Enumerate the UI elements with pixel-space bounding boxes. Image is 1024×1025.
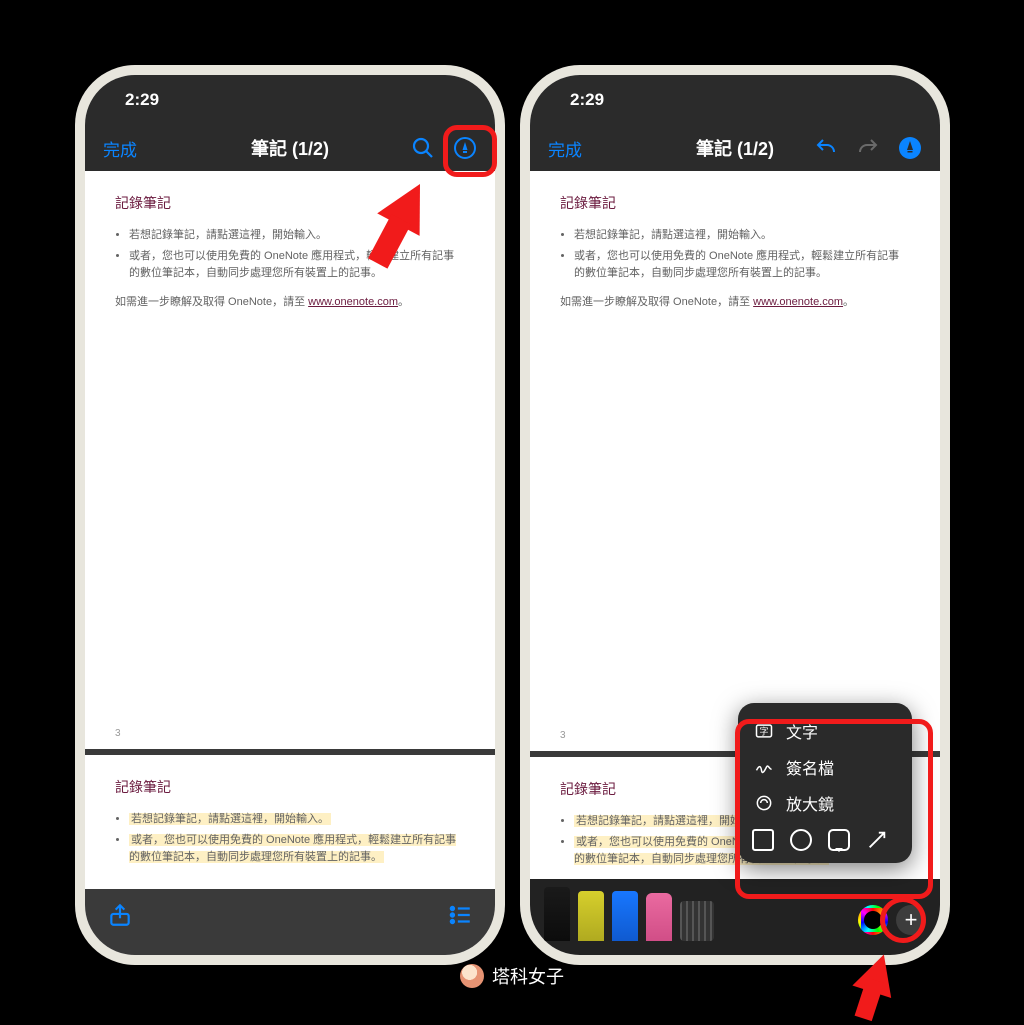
share-icon[interactable]	[107, 902, 133, 928]
status-bar: 2:29	[85, 75, 495, 125]
status-time: 2:29	[570, 90, 604, 110]
watermark-avatar-icon	[460, 964, 484, 988]
page-title: 筆記 (1/2)	[696, 135, 774, 161]
doc-bullet: 或者，您也可以使用免費的 OneNote 應用程式，輕鬆建立所有記事的數位筆記本…	[129, 832, 465, 867]
doc-page-lower: 記錄筆記 若想記錄筆記，請點選這裡，開始輸入。 或者，您也可以使用免費的 One…	[85, 755, 495, 889]
nav-bar: 完成 筆記 (1/2)	[85, 125, 495, 171]
watermark-text: 塔科女子	[492, 963, 564, 989]
doc-bullet: 若想記錄筆記，請點選這裡，開始輸入。	[129, 811, 465, 829]
phone-mockup-left: 2:29 完成 筆記 (1/2) 記錄筆記 若想記錄筆記，請點選這裡，開始輸入。…	[75, 65, 505, 965]
document-viewer[interactable]: 記錄筆記 若想記錄筆記，請點選這裡，開始輸入。 或者，您也可以使用免費的 One…	[85, 171, 495, 889]
pencil-tool[interactable]	[612, 891, 638, 941]
status-time: 2:29	[125, 90, 159, 110]
eraser-tool[interactable]	[646, 893, 672, 941]
bottom-toolbar	[85, 889, 495, 955]
annotation-highlight-box	[735, 719, 933, 899]
doc-page-upper: 記錄筆記 若想記錄筆記，請點選這裡，開始輸入。 或者，您也可以使用免費的 One…	[530, 171, 940, 321]
status-icons	[453, 90, 465, 110]
doc-bullet: 或者，您也可以使用免費的 OneNote 應用程式，輕鬆建立所有記事的數位筆記本…	[574, 248, 910, 283]
ruler-tool[interactable]	[680, 901, 714, 941]
page-title: 筆記 (1/2)	[251, 135, 329, 161]
search-icon[interactable]	[411, 136, 435, 160]
markup-icon[interactable]	[898, 136, 922, 160]
annotation-highlight-box	[443, 125, 497, 177]
onenote-link[interactable]: www.onenote.com	[753, 296, 843, 308]
status-icons	[898, 90, 910, 110]
doc-bullet: 或者，您也可以使用免費的 OneNote 應用程式，輕鬆建立所有記事的數位筆記本…	[129, 248, 465, 283]
list-icon[interactable]	[447, 902, 473, 928]
pen-tool[interactable]	[544, 887, 570, 941]
onenote-link[interactable]: www.onenote.com	[308, 296, 398, 308]
watermark: 塔科女子	[460, 963, 564, 989]
nav-bar: 完成 筆記 (1/2)	[530, 125, 940, 171]
doc-moreinfo: 如需進一步瞭解及取得 OneNote，請至 www.onenote.com。	[115, 293, 465, 309]
doc-bullet: 若想記錄筆記，請點選這裡，開始輸入。	[574, 227, 910, 245]
doc-heading: 記錄筆記	[115, 777, 465, 797]
doc-heading: 記錄筆記	[560, 193, 910, 213]
redo-icon	[856, 136, 880, 160]
highlighter-tool[interactable]	[578, 891, 604, 941]
done-button[interactable]: 完成	[548, 136, 582, 161]
status-bar: 2:29	[530, 75, 940, 125]
page-number: 3	[85, 728, 495, 749]
done-button[interactable]: 完成	[103, 136, 137, 161]
doc-moreinfo: 如需進一步瞭解及取得 OneNote，請至 www.onenote.com。	[560, 293, 910, 309]
annotation-highlight-circle	[880, 897, 926, 943]
undo-icon[interactable]	[814, 136, 838, 160]
